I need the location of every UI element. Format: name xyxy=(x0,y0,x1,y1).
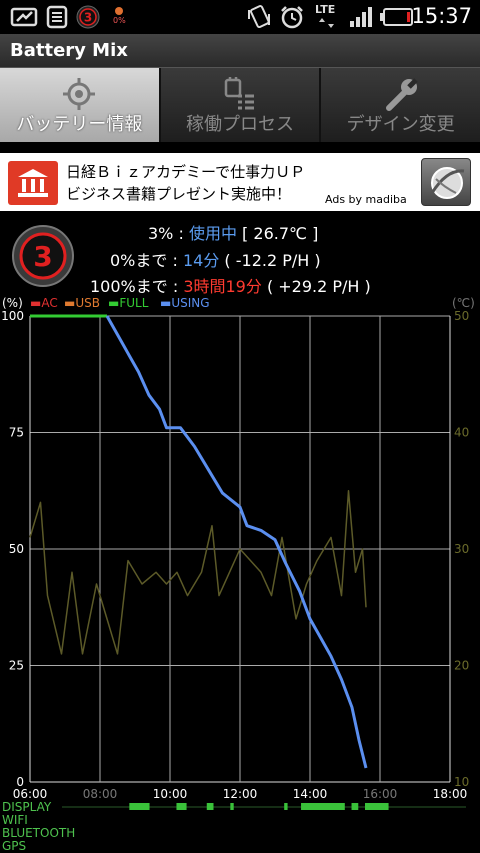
x-tick-label: 16:00 xyxy=(363,787,398,801)
mute-vibrate-icon xyxy=(248,5,270,29)
ad-attribution: Ads by madiba xyxy=(325,193,407,206)
battery-chart[interactable]: 100 5075 4050 3025 200 1006:00 08:00 10:00 12:00… xyxy=(0,294,480,814)
notes-icon xyxy=(46,5,68,29)
usage-status: 使用中 xyxy=(188,224,237,243)
title-bar: Battery Mix xyxy=(0,34,480,68)
tab-label: バッテリー情報 xyxy=(16,114,143,135)
summary-current: 3% : 使用中 [ 26.7℃ ] xyxy=(148,220,318,244)
wrench-icon xyxy=(385,78,418,111)
app-title: Battery Mix xyxy=(10,40,128,61)
timeline-segment xyxy=(230,803,234,810)
battery-level-badge: 3 xyxy=(12,225,74,287)
screen-icon xyxy=(10,7,38,27)
tab-label: 稼働プロセス xyxy=(186,114,294,135)
battery-icon xyxy=(380,8,413,26)
timeline-segment xyxy=(284,803,288,810)
badge-number: 3 xyxy=(84,11,92,25)
x-tick-label: 08:00 xyxy=(83,787,118,801)
status-bar: 3 0% LTE 15:37 xyxy=(0,0,480,34)
timeline-segment xyxy=(301,803,345,810)
timeline-segment xyxy=(351,803,359,810)
y-left-tick-label: 100 xyxy=(1,309,24,323)
to-empty-label: 0%まで : xyxy=(110,251,183,270)
timeline-segment xyxy=(176,803,187,810)
tab-processes[interactable]: 稼働プロセス xyxy=(160,68,322,142)
y-right-tick-label: 20 xyxy=(454,659,469,673)
timeline-label-bluetooth: BLUETOOTH xyxy=(2,826,76,840)
y-right-tick-label: 40 xyxy=(454,426,469,440)
ad-open-button[interactable] xyxy=(421,158,471,206)
tab-bar: バッテリー情報 稼働プロセス デザイン変更 xyxy=(0,68,480,142)
ad-bank-icon xyxy=(8,161,58,205)
current-percent: 3% : xyxy=(148,224,189,243)
x-tick-label: 12:00 xyxy=(223,787,258,801)
timeline-segment xyxy=(206,803,214,810)
timeline-label-wifi: WIFI xyxy=(2,813,28,827)
timeline-segment xyxy=(129,803,150,810)
network-type: LTE xyxy=(315,3,336,16)
small-battery-icon xyxy=(115,7,123,15)
y-left-tick-label: 75 xyxy=(9,426,24,440)
battery-temperature: [ 26.7℃ ] xyxy=(236,224,319,243)
clock: 15:37 xyxy=(411,4,472,28)
timeline-segment xyxy=(365,803,389,810)
x-tick-label: 18:00 xyxy=(433,787,468,801)
process-list-icon xyxy=(224,77,254,110)
tab-design[interactable]: デザイン変更 xyxy=(321,68,480,142)
battery-level-number: 3 xyxy=(33,240,52,273)
tab-battery-info[interactable]: バッテリー情報 xyxy=(0,68,161,142)
ad-subline: ビジネス書籍プレゼント実施中！ xyxy=(66,185,292,203)
timeline-label-gps: GPS xyxy=(2,839,27,853)
notification-percent: 0% xyxy=(113,16,126,25)
x-tick-label: 10:00 xyxy=(153,787,188,801)
summary-to-empty: 0%まで : 14分 ( -12.2 P/H ) xyxy=(110,247,321,271)
to-empty-time: 14分 xyxy=(182,251,220,270)
signal-icon xyxy=(350,7,372,27)
battery-badge-icon: 3 xyxy=(76,5,100,29)
y-left-tick-label: 50 xyxy=(9,542,24,556)
alarm-icon xyxy=(281,6,303,29)
ad-headline: 日経Ｂｉｚアカデミーで仕事力ＵＰ xyxy=(66,163,306,181)
target-icon xyxy=(63,78,96,110)
data-arrows-icon xyxy=(319,18,334,28)
x-tick-label: 14:00 xyxy=(293,787,328,801)
timeline-label-display: DISPLAY xyxy=(2,800,52,814)
x-tick-label: 06:00 xyxy=(13,787,48,801)
discharge-rate: ( -12.2 P/H ) xyxy=(219,251,321,270)
tab-label: デザイン変更 xyxy=(346,114,455,135)
series-line-using xyxy=(105,315,368,769)
ad-banner[interactable]: 日経Ｂｉｚアカデミーで仕事力ＵＰ ビジネス書籍プレゼント実施中！ Ads by … xyxy=(0,153,480,211)
y-right-tick-label: 30 xyxy=(454,542,469,556)
y-left-tick-label: 25 xyxy=(9,659,24,673)
browser-icon xyxy=(430,167,465,199)
y-right-tick-label: 50 xyxy=(454,309,469,323)
